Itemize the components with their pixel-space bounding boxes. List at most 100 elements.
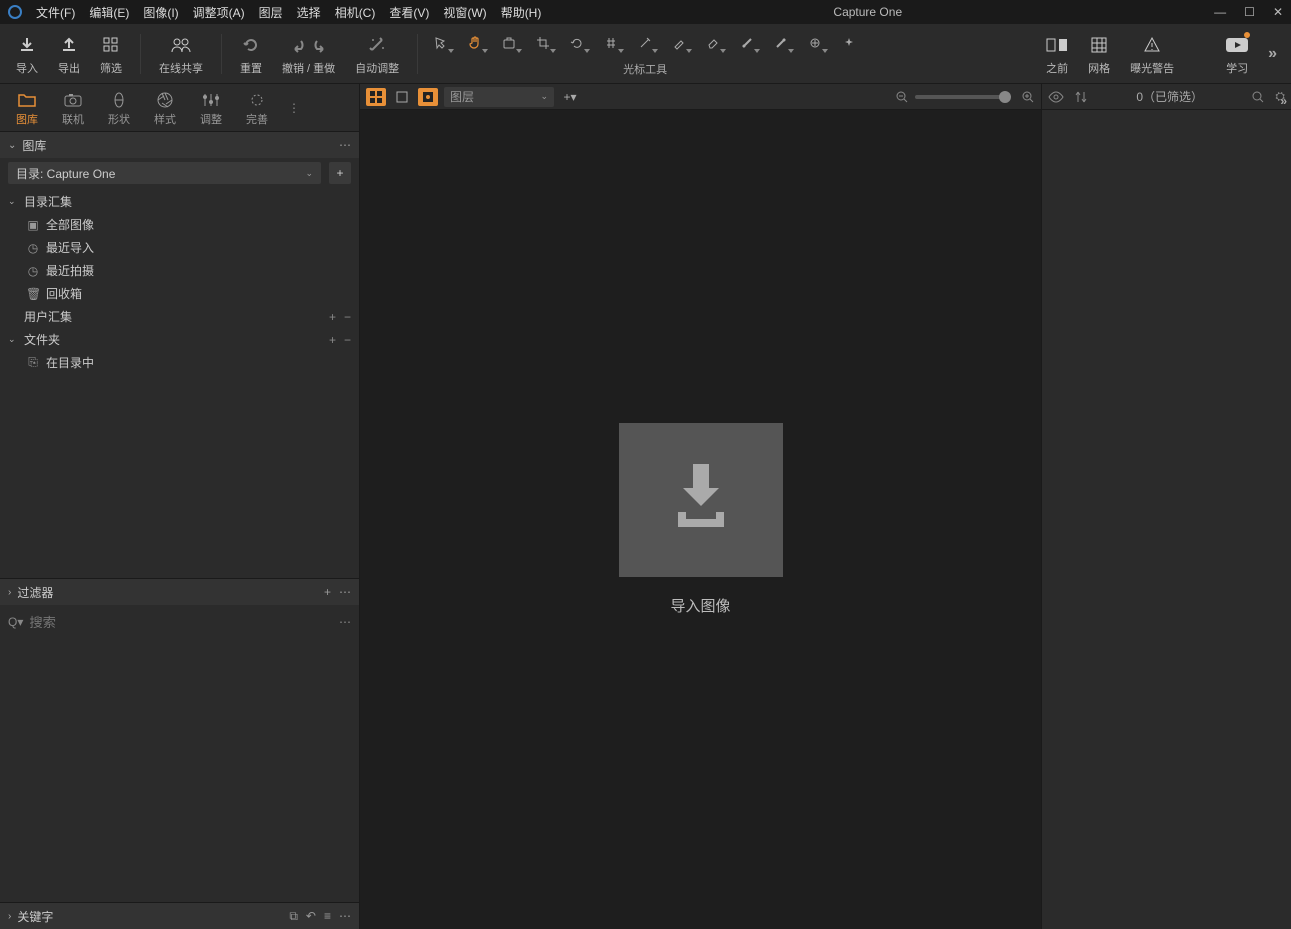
trash-icon: 🗑: [26, 287, 40, 301]
catalog-collections-header[interactable]: ⌄ 目录汇集: [8, 190, 351, 213]
chevron-down-icon: ⌄: [8, 196, 18, 207]
panel-menu-icon[interactable]: ⋯: [339, 585, 351, 599]
import-icon: [666, 460, 736, 540]
panel-menu-icon[interactable]: ⋯: [339, 138, 351, 152]
heal-tool[interactable]: [800, 31, 830, 55]
radial-tool[interactable]: [766, 31, 796, 55]
menu-camera[interactable]: 相机(C): [335, 4, 376, 21]
panel-menu-icon[interactable]: ⋯: [339, 909, 351, 924]
filter-search-input[interactable]: [29, 611, 333, 633]
remove-icon[interactable]: −: [344, 310, 351, 324]
add-catalog-button[interactable]: +: [329, 162, 351, 184]
user-collections-header[interactable]: ⌄ 用户汇集 +−: [8, 305, 351, 328]
remove-icon[interactable]: −: [344, 333, 351, 347]
menu-window[interactable]: 视窗(W): [443, 4, 486, 21]
tooltab-overflow[interactable]: ⋮: [280, 101, 308, 115]
spot-tool[interactable]: [630, 31, 660, 55]
add-icon[interactable]: +: [329, 310, 336, 324]
chevron-down-icon: ⌄: [8, 334, 18, 345]
pan-tool[interactable]: [460, 31, 490, 55]
view-grid-button[interactable]: [366, 88, 386, 106]
reset-button[interactable]: 重置: [230, 28, 272, 80]
tab-tether[interactable]: 联机: [50, 85, 96, 131]
cull-button[interactable]: 筛选: [90, 28, 132, 80]
import-label: 导入图像: [670, 595, 730, 616]
eye-icon[interactable]: [1048, 91, 1064, 103]
crop-tool[interactable]: [528, 31, 558, 55]
toolbar-overflow[interactable]: »: [1260, 45, 1285, 63]
wand-icon: [368, 32, 386, 58]
tool-tabs: 图库 联机 形状 样式 调整 完善 ⋮: [0, 84, 359, 132]
tab-library[interactable]: 图库: [4, 85, 50, 131]
view-single-button[interactable]: [392, 88, 412, 106]
video-icon: [1224, 32, 1250, 58]
sort-icon[interactable]: [1074, 90, 1088, 104]
folders-header[interactable]: ⌄ 文件夹 +−: [8, 328, 351, 351]
exposure-warning-button[interactable]: 曝光警告: [1120, 28, 1184, 80]
tab-style[interactable]: 样式: [142, 85, 188, 131]
menu-view[interactable]: 查看(V): [389, 4, 429, 21]
all-images-item[interactable]: ▣ 全部图像: [8, 213, 351, 236]
recent-captures-item[interactable]: ◷ 最近拍摄: [8, 259, 351, 282]
folders-label: 文件夹: [24, 331, 60, 348]
browser-count: 0（已筛选）: [1136, 88, 1203, 105]
before-after-button[interactable]: 之前: [1036, 28, 1078, 80]
share-button[interactable]: 在线共享: [149, 28, 213, 80]
loupe-tool[interactable]: [494, 31, 524, 55]
menu-file[interactable]: 文件(F): [36, 4, 75, 21]
menu-select[interactable]: 选择: [297, 4, 321, 21]
learn-button[interactable]: 学习: [1214, 28, 1260, 80]
menu-layer[interactable]: 图层: [259, 4, 283, 21]
catalog-label: 目录: Capture One: [16, 165, 115, 182]
menu-adjustments[interactable]: 调整项(A): [193, 4, 245, 21]
zoom-in-icon[interactable]: [1021, 90, 1035, 104]
library-panel-header[interactable]: ⌄ 图库 ⋯: [0, 132, 359, 158]
search-options-icon[interactable]: ⋯: [339, 615, 351, 629]
minimize-button[interactable]: —: [1214, 5, 1226, 19]
brush-tool[interactable]: [664, 31, 694, 55]
copy-icon[interactable]: ⧉: [289, 909, 298, 924]
search-icon[interactable]: [1251, 90, 1265, 104]
annotate-tool[interactable]: [834, 31, 864, 55]
keyword-panel-header[interactable]: › 关键字 ⧉ ↶ ≡ ⋯: [0, 903, 359, 929]
import-drop-zone[interactable]: [619, 423, 783, 577]
maximize-button[interactable]: ☐: [1244, 5, 1255, 19]
filter-panel-header[interactable]: › 过滤器 +⋯: [0, 579, 359, 605]
tab-adjust[interactable]: 调整: [188, 85, 234, 131]
menu-help[interactable]: 帮助(H): [501, 4, 542, 21]
rotate-tool[interactable]: [562, 31, 592, 55]
catalog-selector[interactable]: 目录: Capture One ⌄: [8, 162, 321, 184]
add-icon[interactable]: +: [324, 585, 331, 599]
eraser-tool[interactable]: [698, 31, 728, 55]
sliders-icon: [201, 89, 221, 111]
tab-refine[interactable]: 完善: [234, 85, 280, 131]
export-button[interactable]: 导出: [48, 28, 90, 80]
library-panel: ⌄ 图库 ⋯ 目录: Capture One ⌄ + ⌄ 目录汇集: [0, 132, 359, 578]
menu-icon[interactable]: ≡: [324, 909, 331, 924]
recent-imports-item[interactable]: ◷ 最近导入: [8, 236, 351, 259]
keystone-tool[interactable]: [596, 31, 626, 55]
tab-shape[interactable]: 形状: [96, 85, 142, 131]
grid-button[interactable]: 网格: [1078, 28, 1120, 80]
gradient-tool[interactable]: [732, 31, 762, 55]
zoom-slider[interactable]: [915, 95, 1005, 99]
undo-icon[interactable]: ↶: [306, 909, 316, 924]
add-icon[interactable]: +: [329, 333, 336, 347]
trash-item[interactable]: 🗑 回收箱: [8, 282, 351, 305]
import-button[interactable]: 导入: [6, 28, 48, 80]
layer-label: 图层: [450, 88, 474, 105]
browser-overflow[interactable]: »: [1280, 94, 1287, 108]
in-catalog-item[interactable]: ⎘ 在目录中: [8, 351, 351, 374]
grid-dots-icon: [102, 32, 120, 58]
layer-selector[interactable]: 图层 ⌄: [444, 87, 554, 107]
close-button[interactable]: ✕: [1273, 5, 1283, 19]
zoom-out-icon[interactable]: [895, 90, 909, 104]
select-tool[interactable]: [426, 31, 456, 55]
add-layer-button[interactable]: +▾: [560, 88, 580, 106]
view-proof-button[interactable]: [418, 88, 438, 106]
lens-icon: [109, 89, 129, 111]
menu-image[interactable]: 图像(I): [143, 4, 178, 21]
menu-edit[interactable]: 编辑(E): [89, 4, 129, 21]
auto-adjust-button[interactable]: 自动调整: [345, 28, 409, 80]
undo-redo-button[interactable]: 撤销 / 重做: [272, 28, 345, 80]
